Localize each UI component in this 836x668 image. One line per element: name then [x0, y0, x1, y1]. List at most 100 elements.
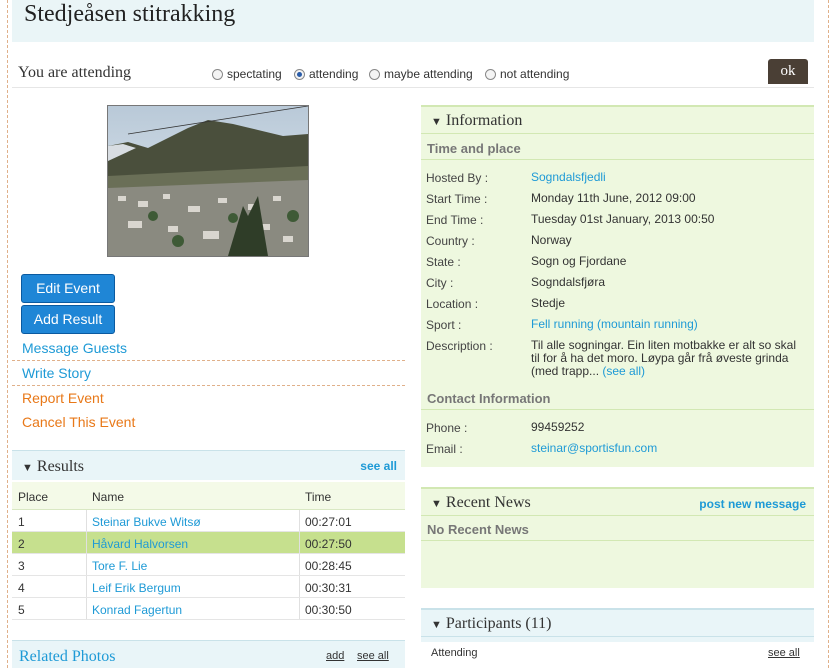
results-see-all-link[interactable]: see all: [360, 459, 397, 473]
related-photos-header: Related Photos add see all: [12, 640, 405, 668]
radio-label: attending: [309, 67, 359, 81]
description-text: Til alle sogningar. Ein liten motbakke e…: [531, 338, 797, 378]
collapse-triangle-icon[interactable]: ▼: [431, 619, 442, 631]
result-place: 3: [18, 559, 25, 573]
participants-title[interactable]: ▼ Participants (11): [431, 615, 552, 633]
description-value: Til alle sogningar. Ein liten motbakke e…: [531, 339, 801, 378]
location-label: Location :: [426, 297, 479, 311]
recent-news-title[interactable]: ▼ Recent News: [431, 494, 531, 512]
email-label: Email :: [426, 442, 463, 456]
results-table-header: Place Name Time: [12, 482, 405, 510]
result-time: 00:28:45: [305, 559, 352, 573]
end-time-label: End Time :: [426, 213, 484, 227]
result-name-link[interactable]: Leif Erik Bergum: [92, 581, 181, 595]
time-place-header: Time and place: [421, 140, 814, 160]
information-title-text: Information: [445, 112, 523, 129]
country-label: Country :: [426, 234, 475, 248]
recent-news-header: ▼ Recent News post new message: [421, 487, 814, 516]
report-event-link[interactable]: Report Event: [22, 390, 405, 406]
no-recent-news-text: No Recent News: [421, 521, 814, 541]
result-place: 2: [18, 537, 25, 551]
city-value: Sogndalsfjøra: [531, 275, 606, 289]
result-place: 1: [18, 515, 25, 529]
cancel-event-link[interactable]: Cancel This Event: [22, 414, 405, 430]
recent-news-panel: ▼ Recent News post new message No Recent …: [421, 487, 814, 588]
result-time: 00:27:01: [305, 515, 352, 529]
attendance-label: You are attending: [18, 64, 132, 81]
hosted-by-link[interactable]: Sogndalsfjedli: [531, 171, 801, 184]
city-label: City :: [426, 276, 454, 290]
result-name-link[interactable]: Steinar Bukve Witsø: [92, 515, 201, 529]
radio-not-attending[interactable]: not attending: [485, 67, 569, 81]
edit-event-button[interactable]: Edit Event: [21, 274, 115, 303]
table-row: 5 Konrad Fagertun 00:30:50: [12, 598, 405, 620]
radio-spectating[interactable]: spectating: [212, 67, 282, 81]
column-header-place: Place: [18, 490, 49, 504]
description-see-all-link[interactable]: (see all): [602, 364, 645, 378]
start-time-label: Start Time :: [426, 192, 488, 206]
description-label: Description :: [426, 339, 493, 353]
email-link[interactable]: steinar@sportisfun.com: [531, 442, 801, 455]
result-name-link[interactable]: Tore F. Lie: [92, 559, 147, 573]
state-label: State :: [426, 255, 461, 269]
information-title[interactable]: ▼ Information: [431, 112, 522, 130]
start-time-value: Monday 11th June, 2012 09:00: [531, 191, 696, 205]
result-place: 5: [18, 603, 25, 617]
write-story-link[interactable]: Write Story: [22, 365, 405, 381]
participants-panel: ▼ Participants (11) Attending see all: [421, 608, 814, 668]
results-table: Place Name Time 1 Steinar Bukve Witsø 00…: [12, 482, 405, 620]
divider: [12, 360, 405, 361]
table-row: 1 Steinar Bukve Witsø 00:27:01: [12, 510, 405, 532]
hosted-by-label: Hosted By :: [426, 171, 489, 185]
message-guests-link[interactable]: Message Guests: [22, 340, 405, 356]
radio-maybe-attending[interactable]: maybe attending: [369, 67, 473, 81]
table-row: 4 Leif Erik Bergum 00:30:31: [12, 576, 405, 598]
participants-subbar: Attending see all: [421, 642, 814, 668]
table-row-highlighted: 2 Håvard Halvorsen 00:27:50: [12, 532, 405, 554]
collapse-triangle-icon[interactable]: ▼: [431, 116, 442, 128]
related-photos-title[interactable]: Related Photos: [19, 648, 115, 666]
radio-circle[interactable]: [485, 68, 496, 80]
column-header-name: Name: [92, 490, 125, 504]
post-new-message-link[interactable]: post new message: [699, 497, 806, 511]
attending-label: Attending: [431, 647, 478, 659]
radio-circle[interactable]: [369, 68, 380, 80]
information-panel: ▼ Information Time and place Hosted By : …: [421, 105, 814, 467]
related-photos-add-link[interactable]: add: [326, 650, 344, 662]
information-header: ▼ Information: [421, 105, 814, 134]
landscape-photo-image: [108, 106, 308, 256]
recent-news-title-text: Recent News: [445, 494, 531, 511]
results-title[interactable]: ▼ Results: [22, 458, 84, 476]
radio-attending[interactable]: attending: [294, 67, 358, 81]
sport-link[interactable]: Fell running (mountain running): [531, 318, 801, 331]
radio-circle-selected[interactable]: [294, 68, 305, 80]
end-time-value: Tuesday 01st January, 2013 00:50: [531, 212, 715, 226]
related-photos-see-all-link[interactable]: see all: [357, 650, 389, 662]
event-photo[interactable]: [107, 105, 309, 257]
phone-label: Phone :: [426, 421, 468, 435]
radio-label: not attending: [500, 67, 570, 81]
radio-circle[interactable]: [212, 68, 223, 80]
participants-title-text: Participants (11): [445, 615, 552, 632]
collapse-triangle-icon[interactable]: ▼: [22, 462, 33, 474]
location-value: Stedje: [531, 296, 566, 310]
phone-value: 99459252: [531, 420, 585, 434]
results-header: ▼ Results see all: [12, 450, 405, 480]
ok-button[interactable]: ok: [768, 59, 808, 84]
collapse-triangle-icon[interactable]: ▼: [431, 498, 442, 510]
participants-see-all-link[interactable]: see all: [768, 647, 800, 659]
result-name-link[interactable]: Håvard Halvorsen: [92, 537, 188, 551]
result-time: 00:30:50: [305, 603, 352, 617]
result-time: 00:27:50: [305, 537, 352, 551]
add-result-button[interactable]: Add Result: [21, 305, 115, 334]
radio-label: spectating: [227, 67, 282, 81]
radio-label: maybe attending: [384, 67, 473, 81]
participants-header: ▼ Participants (11): [421, 608, 814, 637]
table-row: 3 Tore F. Lie 00:28:45: [12, 554, 405, 576]
attendance-bar: You are attending spectating attending m…: [12, 56, 814, 88]
result-place: 4: [18, 581, 25, 595]
contact-information-header: Contact Information: [421, 390, 814, 410]
result-name-link[interactable]: Konrad Fagertun: [92, 603, 182, 617]
event-title: Stedjeåsen stitrakking: [24, 1, 236, 27]
results-title-text: Results: [36, 458, 85, 475]
